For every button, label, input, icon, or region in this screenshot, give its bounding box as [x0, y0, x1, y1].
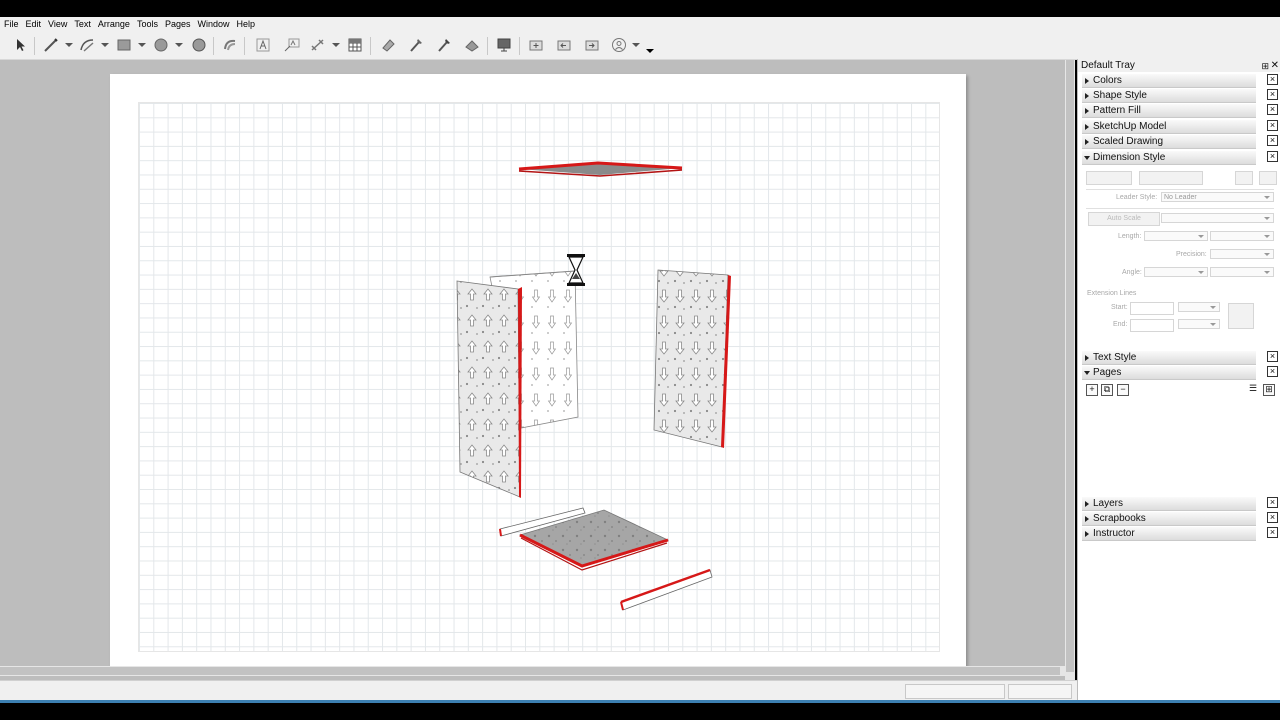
panel-pages[interactable]: Pages × — [1082, 366, 1279, 380]
close-icon[interactable]: × — [1267, 74, 1278, 85]
expand-icon[interactable] — [1085, 139, 1089, 145]
length-unit-select[interactable] — [1144, 231, 1208, 241]
end-offset-input[interactable] — [1130, 319, 1174, 332]
end-unit-select[interactable] — [1178, 319, 1220, 329]
precision-label: Precision: — [1176, 251, 1207, 258]
close-icon[interactable]: × — [1267, 151, 1278, 162]
panel-instructor[interactable]: Instructor × — [1082, 527, 1279, 541]
default-tray: Default Tray ⊞ ✕ Colors × Shape Style × … — [1077, 59, 1280, 700]
panel-colors[interactable]: Colors × — [1082, 74, 1279, 88]
close-icon[interactable]: × — [1267, 366, 1278, 377]
panel-dimension-style[interactable]: Dimension Style × — [1082, 151, 1279, 165]
letterbox-bottom — [0, 703, 1280, 720]
collapse-icon[interactable] — [1084, 371, 1090, 375]
angle-precision-select[interactable] — [1210, 267, 1274, 277]
panel-scaled-drawing[interactable]: Scaled Drawing × — [1082, 135, 1279, 149]
tray-close-icon[interactable]: ✕ — [1271, 59, 1279, 72]
zoom-box[interactable] — [1008, 684, 1072, 699]
thumbnail-view-icon[interactable]: ⊞ — [1263, 384, 1275, 396]
leader-style-label: Leader Style: — [1116, 194, 1158, 201]
pages-toolbar: + ⧉ − ☰ ⊞ — [1086, 384, 1276, 398]
close-icon[interactable]: × — [1267, 527, 1278, 538]
divider — [1086, 208, 1274, 209]
expand-icon[interactable] — [1085, 124, 1089, 130]
expand-icon[interactable] — [1085, 108, 1089, 114]
close-icon[interactable]: × — [1267, 104, 1278, 115]
hourglass-cursor-icon — [567, 254, 585, 286]
dimension-text-orientation-buttons[interactable] — [1139, 171, 1203, 185]
close-icon[interactable]: × — [1267, 512, 1278, 523]
divider — [1086, 189, 1274, 190]
expand-icon[interactable] — [1085, 355, 1089, 361]
bottom-rail[interactable] — [620, 568, 713, 611]
panel-scrapbooks[interactable]: Scrapbooks × — [1082, 512, 1279, 526]
length-label: Length: — [1118, 233, 1142, 240]
horizontal-scroll-thumb[interactable] — [0, 667, 1060, 675]
panel-shape-style[interactable]: Shape Style × — [1082, 89, 1279, 103]
vertical-scrollbar[interactable] — [1065, 60, 1075, 680]
panel-layers[interactable]: Layers × — [1082, 497, 1279, 511]
angle-unit-select[interactable] — [1144, 267, 1208, 277]
left-side-panel[interactable] — [456, 280, 522, 498]
top-panel[interactable] — [518, 161, 683, 177]
panel-pattern-fill[interactable]: Pattern Fill × — [1082, 104, 1279, 118]
length-format-select[interactable] — [1210, 231, 1274, 241]
auto-scale-button[interactable]: Auto Scale — [1088, 212, 1160, 226]
sketchup-model-viewport[interactable] — [0, 0, 1075, 680]
expand-icon[interactable] — [1085, 93, 1089, 99]
link-offsets-icon[interactable] — [1228, 303, 1254, 329]
close-icon[interactable]: × — [1267, 135, 1278, 146]
delete-page-icon[interactable]: − — [1117, 384, 1129, 396]
add-page-icon[interactable]: + — [1086, 384, 1098, 396]
leader-style-select[interactable]: No Leader — [1161, 192, 1274, 202]
vertical-scroll-thumb[interactable] — [1066, 60, 1074, 672]
duplicate-page-icon[interactable]: ⧉ — [1101, 384, 1113, 396]
status-bar — [0, 680, 1077, 701]
dimension-text-position-buttons[interactable] — [1086, 171, 1132, 185]
scale-select[interactable] — [1161, 213, 1274, 223]
collapse-icon[interactable] — [1084, 156, 1090, 160]
pin-icon[interactable]: ⊞ — [1261, 60, 1269, 73]
expand-icon[interactable] — [1085, 501, 1089, 507]
precision-select[interactable] — [1210, 249, 1274, 259]
dimension-style-body: Leader Style: No Leader Auto Scale Lengt… — [1082, 165, 1277, 350]
extension-lines-label: Extension Lines — [1087, 290, 1137, 297]
close-icon[interactable]: × — [1267, 497, 1278, 508]
horizontal-scrollbar[interactable] — [0, 666, 1065, 676]
dimension-flip-button[interactable] — [1235, 171, 1253, 185]
tray-title: Default Tray ⊞ ✕ — [1078, 59, 1280, 72]
close-icon[interactable]: × — [1267, 89, 1278, 100]
start-unit-select[interactable] — [1178, 302, 1220, 312]
measurements-box[interactable] — [905, 684, 1005, 699]
right-side-panel[interactable] — [653, 269, 731, 448]
dimension-flip-button[interactable] — [1259, 171, 1277, 185]
panel-sketchup-model[interactable]: SketchUp Model × — [1082, 120, 1279, 134]
angle-label: Angle: — [1122, 269, 1142, 276]
start-offset-input[interactable] — [1130, 302, 1174, 315]
expand-icon[interactable] — [1085, 531, 1089, 537]
start-label: Start: — [1111, 304, 1128, 311]
panel-text-style[interactable]: Text Style × — [1082, 351, 1279, 365]
end-label: End: — [1113, 321, 1128, 328]
list-view-icon[interactable]: ☰ — [1248, 384, 1258, 394]
expand-icon[interactable] — [1085, 516, 1089, 522]
close-icon[interactable]: × — [1267, 351, 1278, 362]
close-icon[interactable]: × — [1267, 120, 1278, 131]
expand-icon[interactable] — [1085, 78, 1089, 84]
